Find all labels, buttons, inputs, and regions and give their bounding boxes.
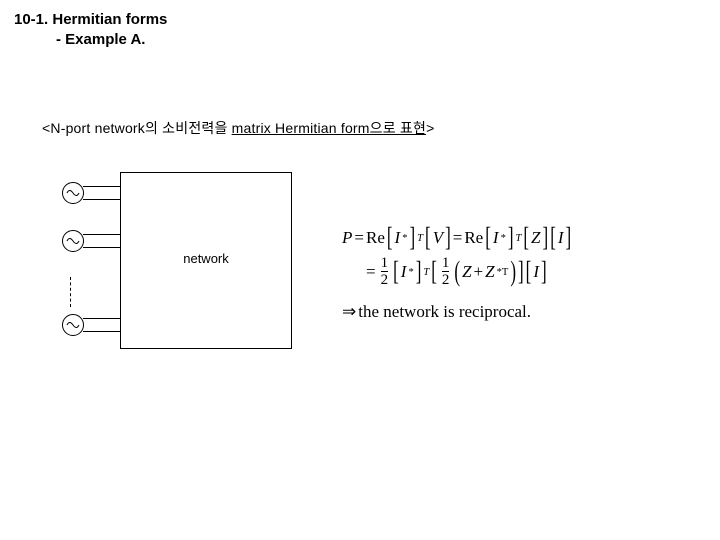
nport-diagram: network (50, 172, 290, 347)
network-box: network (120, 172, 292, 349)
sym-Z: Z (531, 228, 540, 248)
title-line2: - Example A. (14, 30, 167, 50)
equation-line-2: = 1 2 [I*]T [ 1 2 (Z + Z*T) ] [I] (342, 256, 571, 288)
sup-T: T (516, 233, 522, 244)
sym-I: I (533, 262, 539, 282)
title-line1: 10-1. Hermitian forms (14, 10, 167, 30)
frac-den: 2 (381, 271, 389, 288)
sym-Z: Z (462, 262, 471, 282)
wire (83, 199, 120, 200)
subhead-text-1: N-port network의 소비전력을 (50, 120, 231, 136)
sym-I: I (493, 228, 499, 248)
subhead-text-underlined: matrix Hermitian form으로 표현 (232, 120, 426, 136)
sup-T: T (423, 267, 429, 278)
sym-P: P (342, 228, 352, 248)
angle-close: > (426, 120, 434, 136)
sym-eq: = (354, 228, 364, 248)
ac-source-icon (62, 182, 84, 204)
wire (83, 234, 120, 235)
section-subheading: <N-port network의 소비전력을 matrix Hermitian … (42, 118, 434, 138)
wire (83, 247, 120, 248)
slide-title: 10-1. Hermitian forms - Example A. (14, 10, 167, 51)
sym-Re: Re (464, 228, 483, 248)
ac-source-icon (62, 314, 84, 336)
equation-line-1: P = Re [I*]T [V] = Re [I*]T [Z] [I] (342, 228, 571, 248)
sup-star: * (402, 233, 407, 244)
sym-I: I (395, 228, 401, 248)
sym-I: I (558, 228, 564, 248)
sym-eq: = (453, 228, 463, 248)
ac-source-icon (62, 230, 84, 252)
frac-half: 1 2 (381, 256, 389, 288)
sup-star: * (408, 267, 413, 278)
frac-num: 1 (381, 256, 389, 271)
wire (83, 186, 120, 187)
sup-starT: *T (497, 267, 509, 278)
sup-T: T (417, 233, 423, 244)
vertical-dots-icon (70, 277, 71, 307)
sym-eq: = (366, 262, 376, 282)
conclusion-text: the network is reciprocal. (358, 302, 531, 322)
sym-Re: Re (366, 228, 385, 248)
wire (83, 318, 120, 319)
implies-icon: ⇒ (342, 302, 356, 322)
frac-den: 2 (442, 271, 450, 288)
sup-star: * (501, 233, 506, 244)
equation-conclusion: ⇒ the network is reciprocal. (342, 302, 571, 322)
sym-Z: Z (485, 262, 494, 282)
equation-block: P = Re [I*]T [V] = Re [I*]T [Z] [I] = 1 … (342, 220, 571, 330)
sym-V: V (433, 228, 443, 248)
sym-I: I (401, 262, 407, 282)
wire (83, 331, 120, 332)
network-label: network (121, 251, 291, 266)
frac-half: 1 2 (442, 256, 450, 288)
frac-num: 1 (442, 256, 450, 271)
sym-plus: + (474, 262, 484, 282)
